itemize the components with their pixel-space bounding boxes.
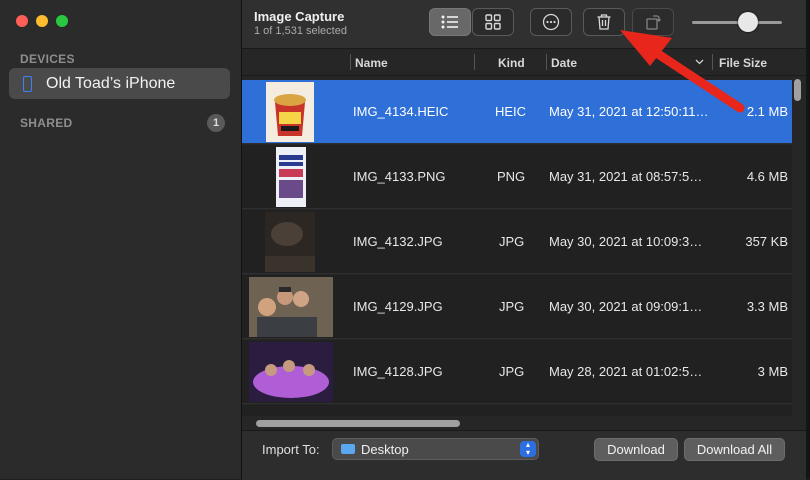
devices-section-label: DEVICES bbox=[20, 52, 75, 66]
table-row[interactable] bbox=[242, 405, 792, 416]
window-title: Image Capture bbox=[254, 9, 345, 24]
iphone-icon bbox=[23, 75, 32, 92]
chevron-down-icon[interactable] bbox=[695, 59, 704, 65]
file-size: 357 KB bbox=[745, 234, 788, 249]
column-divider bbox=[474, 54, 475, 70]
table-header: Name Kind Date File Size bbox=[242, 49, 806, 76]
file-size: 3.3 MB bbox=[746, 299, 788, 314]
selection-status: 1 of 1,531 selected bbox=[254, 25, 347, 37]
horizontal-scrollbar[interactable] bbox=[242, 416, 792, 430]
destination-value: Desktop bbox=[361, 442, 409, 457]
import-to-label: Import To: bbox=[262, 442, 320, 457]
import-destination-select[interactable]: Desktop ▴ ▾ bbox=[332, 438, 539, 460]
column-header-date[interactable]: Date bbox=[551, 56, 577, 70]
scrollbar-thumb[interactable] bbox=[794, 79, 801, 101]
list-view-button[interactable] bbox=[429, 8, 471, 36]
file-size: 2.1 MB bbox=[746, 104, 788, 119]
folder-icon bbox=[341, 444, 355, 454]
delete-button[interactable] bbox=[583, 8, 625, 36]
table-row[interactable]: IMG_4132.JPG JPG May 30, 2021 at 10:09:3… bbox=[242, 210, 792, 274]
column-divider bbox=[712, 54, 713, 70]
image-thumbnail bbox=[249, 277, 333, 337]
file-kind: JPG bbox=[499, 234, 525, 249]
download-all-button[interactable]: Download All bbox=[684, 438, 785, 461]
file-date: May 30, 2021 at 09:09:1… bbox=[549, 299, 703, 314]
sidebar: DEVICES Old Toad’s iPhone SHARED 1 bbox=[0, 0, 242, 479]
vertical-scrollbar[interactable] bbox=[792, 76, 804, 416]
file-date: May 28, 2021 at 01:02:5… bbox=[549, 364, 703, 379]
image-thumbnail bbox=[276, 407, 306, 416]
popup-stepper-icon: ▴ ▾ bbox=[520, 441, 536, 457]
file-date: May 30, 2021 at 10:09:3… bbox=[549, 234, 703, 249]
file-list: IMG_4134.HEIC HEIC May 31, 2021 at 12:50… bbox=[242, 76, 792, 416]
close-window-button[interactable] bbox=[16, 15, 28, 27]
file-kind: PNG bbox=[497, 169, 526, 184]
slider-knob[interactable] bbox=[738, 12, 758, 32]
image-capture-window: DEVICES Old Toad’s iPhone SHARED 1 Image… bbox=[0, 0, 810, 480]
download-button[interactable]: Download bbox=[594, 438, 678, 461]
window-controls bbox=[16, 15, 68, 27]
column-divider bbox=[350, 54, 351, 70]
file-size: 4.6 MB bbox=[746, 169, 788, 184]
file-name: IMG_4129.JPG bbox=[353, 299, 443, 314]
column-divider bbox=[546, 54, 547, 70]
scrollbar-thumb[interactable] bbox=[256, 420, 460, 427]
file-kind: JPG bbox=[499, 364, 525, 379]
list-view-icon bbox=[441, 15, 458, 29]
column-header-kind[interactable]: Kind bbox=[498, 56, 525, 70]
table-row[interactable]: IMG_4134.HEIC HEIC May 31, 2021 at 12:50… bbox=[242, 80, 792, 144]
column-header-file-size[interactable]: File Size bbox=[719, 56, 767, 70]
rotate-button[interactable] bbox=[632, 8, 674, 36]
trash-icon bbox=[597, 14, 611, 30]
image-thumbnail bbox=[266, 82, 314, 142]
grid-view-button[interactable] bbox=[472, 8, 514, 36]
file-name: IMG_4128.JPG bbox=[353, 364, 443, 379]
sidebar-item-device[interactable]: Old Toad’s iPhone bbox=[9, 68, 230, 99]
file-date: May 31, 2021 at 12:50:11… bbox=[549, 104, 709, 119]
grid-view-icon bbox=[485, 14, 501, 30]
image-thumbnail bbox=[249, 342, 333, 402]
minimize-window-button[interactable] bbox=[36, 15, 48, 27]
image-thumbnail bbox=[276, 147, 306, 207]
device-name: Old Toad’s iPhone bbox=[46, 74, 176, 92]
more-options-button[interactable] bbox=[530, 8, 572, 36]
file-size: 3 MB bbox=[757, 364, 788, 379]
import-footer: Import To: Desktop ▴ ▾ Download Download … bbox=[242, 430, 806, 480]
file-date: May 31, 2021 at 08:57:5… bbox=[549, 169, 703, 184]
file-name: IMG_4134.HEIC bbox=[353, 104, 449, 119]
rotate-icon bbox=[646, 15, 661, 30]
more-options-icon bbox=[542, 13, 560, 31]
zoom-window-button[interactable] bbox=[56, 15, 68, 27]
thumbnail-size-slider[interactable] bbox=[692, 21, 782, 24]
file-kind: HEIC bbox=[495, 104, 527, 119]
table-row[interactable]: IMG_4133.PNG PNG May 31, 2021 at 08:57:5… bbox=[242, 145, 792, 209]
column-header-name[interactable]: Name bbox=[355, 56, 388, 70]
toolbar: Image Capture 1 of 1,531 selected bbox=[242, 0, 806, 49]
image-thumbnail bbox=[265, 212, 315, 272]
shared-count-badge: 1 bbox=[207, 114, 225, 132]
file-kind: JPG bbox=[499, 299, 525, 314]
shared-section-label: SHARED bbox=[20, 116, 73, 130]
file-name: IMG_4132.JPG bbox=[353, 234, 443, 249]
table-row[interactable]: IMG_4128.JPG JPG May 28, 2021 at 01:02:5… bbox=[242, 340, 792, 404]
table-row[interactable]: IMG_4129.JPG JPG May 30, 2021 at 09:09:1… bbox=[242, 275, 792, 339]
file-name: IMG_4133.PNG bbox=[353, 169, 446, 184]
